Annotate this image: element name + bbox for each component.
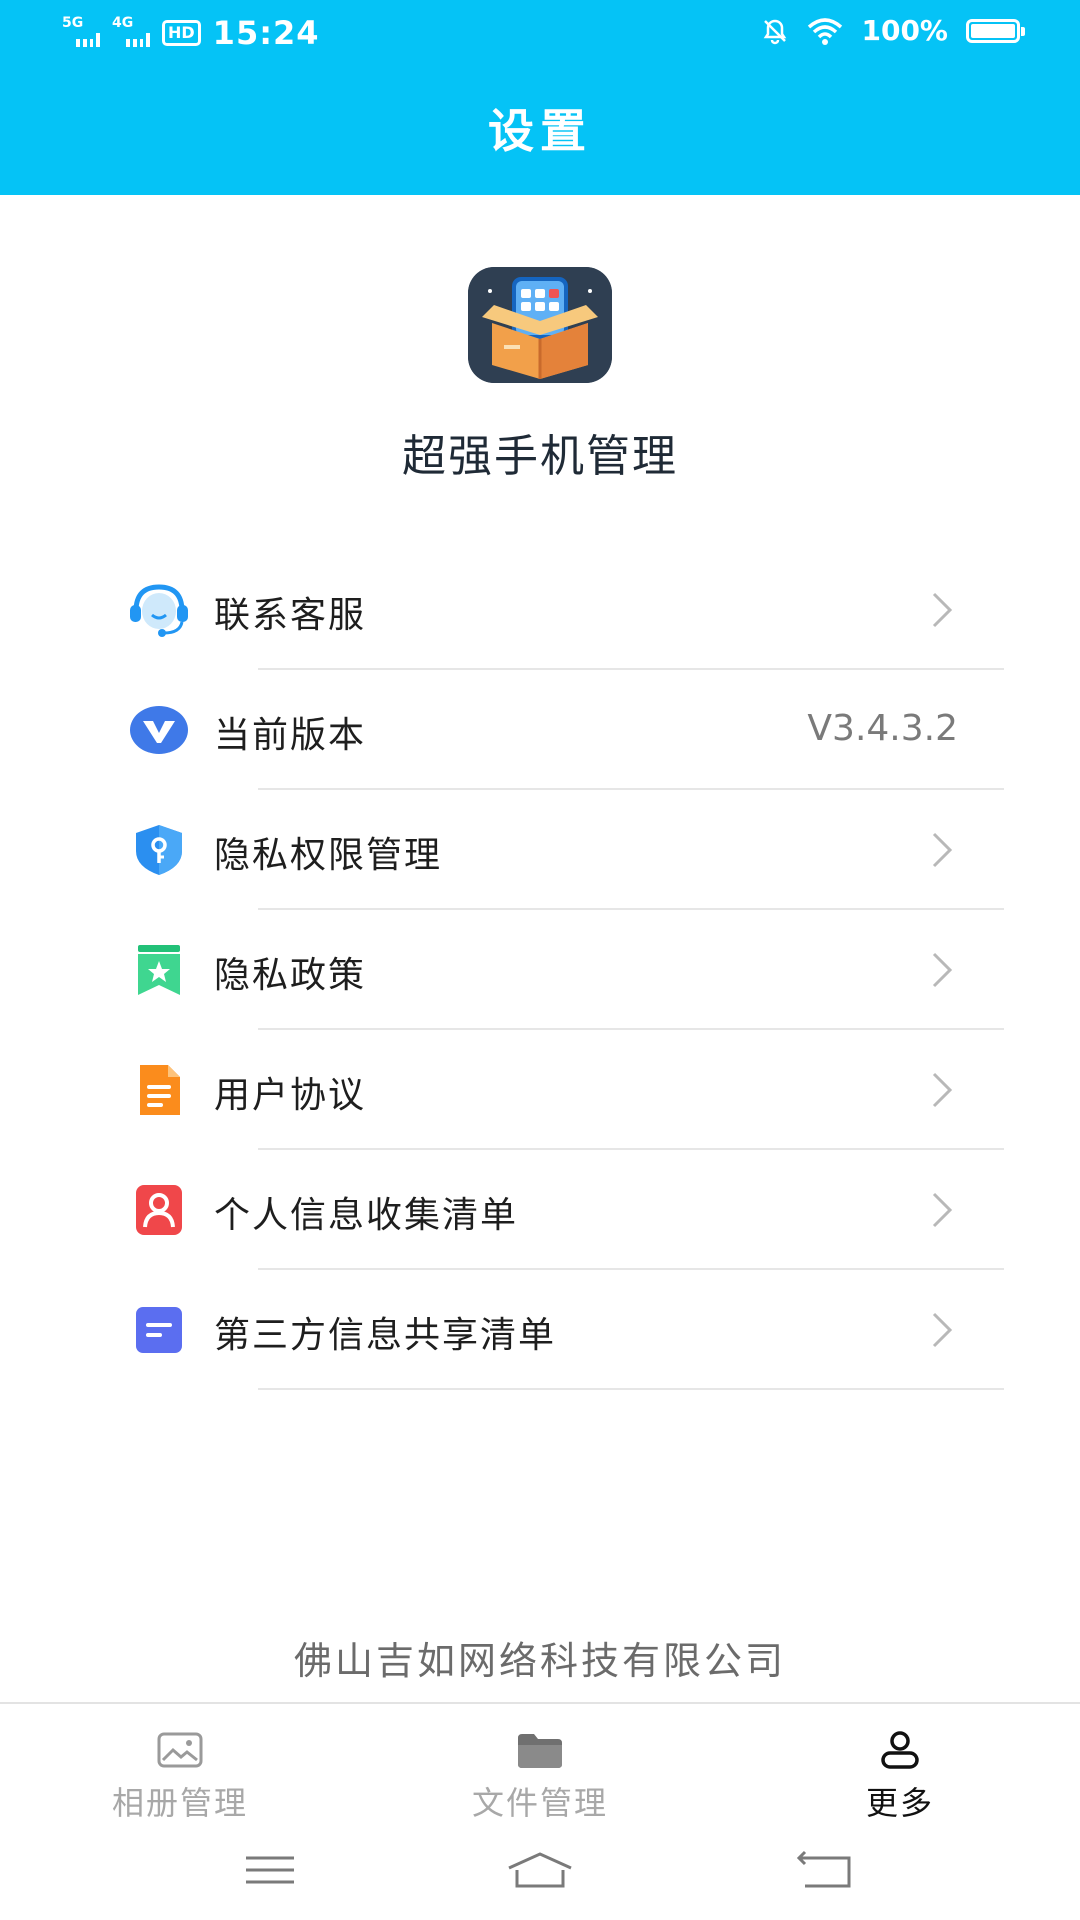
back-icon[interactable] — [795, 1848, 855, 1892]
wifi-icon — [808, 17, 843, 45]
settings-list: 联系客服 当前版本 V3.4.3.2 隐私权限管理 隐私政策 用户协议 个人信息… — [0, 550, 1080, 1390]
chevron-right-icon — [932, 1192, 953, 1228]
tab-file-management[interactable]: 文件管理 — [390, 1704, 690, 1822]
user-icon — [881, 1731, 919, 1769]
chevron-right-icon — [932, 952, 953, 988]
app-name: 超强手机管理 — [402, 431, 678, 482]
document-icon — [128, 1063, 190, 1117]
folder-icon — [518, 1734, 562, 1768]
settings-row-privacy-permissions[interactable]: 隐私权限管理 — [0, 790, 1080, 910]
tab-label: 更多 — [865, 1784, 934, 1822]
settings-row-label: 当前版本 — [214, 715, 367, 756]
battery-percent: 100% — [861, 14, 948, 47]
tab-album-management[interactable]: 相册管理 — [30, 1704, 330, 1822]
settings-row-label: 用户协议 — [214, 1075, 367, 1116]
tab-label: 文件管理 — [471, 1784, 608, 1822]
menu-icon[interactable] — [240, 1848, 300, 1892]
bookmark-star-icon — [128, 943, 190, 997]
signal-4g-icon: 4G — [112, 15, 150, 47]
status-right: 100% — [761, 14, 1025, 47]
signal-5g-icon: 5G — [62, 15, 100, 47]
battery-icon — [966, 18, 1025, 43]
settings-row-label: 个人信息收集清单 — [214, 1195, 519, 1236]
shield-key-icon — [128, 823, 190, 877]
phone-box-logo-icon — [468, 267, 612, 383]
bottom-tab-bar: 相册管理 文件管理 更多 — [0, 1702, 1080, 1822]
settings-row-label: 隐私权限管理 — [214, 835, 443, 876]
tab-more[interactable]: 更多 — [750, 1704, 1050, 1822]
settings-row-label: 第三方信息共享清单 — [214, 1315, 557, 1356]
hd-voice-icon: HD — [162, 20, 201, 46]
settings-row-current-version: 当前版本 V3.4.3.2 — [0, 670, 1080, 790]
person-card-icon — [128, 1183, 190, 1237]
settings-row-contact-support[interactable]: 联系客服 — [0, 550, 1080, 670]
chevron-right-icon — [932, 1312, 953, 1348]
chevron-right-icon — [932, 832, 953, 868]
status-left: 5G 4G HD 15:24 — [62, 14, 320, 52]
home-icon[interactable] — [505, 1848, 575, 1892]
page-title: 设置 — [488, 104, 592, 158]
company-name: 佛山吉如网络科技有限公司 — [293, 1639, 786, 1683]
header-bar: 5G 4G HD 15:24 100% 设置 — [0, 0, 1080, 195]
settings-screen: 5G 4G HD 15:24 100% 设置 超强手机管理 联系客服 当前版本 … — [0, 0, 1080, 1920]
photo-album-icon — [157, 1732, 203, 1768]
status-bar: 5G 4G HD 15:24 100% — [0, 0, 1080, 66]
settings-row-user-agreement[interactable]: 用户协议 — [0, 1030, 1080, 1150]
version-value: V3.4.3.2 — [807, 708, 958, 749]
settings-row-third-party-sharing[interactable]: 第三方信息共享清单 — [0, 1270, 1080, 1390]
system-nav-bar — [0, 1820, 1080, 1920]
row-divider — [258, 1388, 1004, 1390]
settings-row-privacy-policy[interactable]: 隐私政策 — [0, 910, 1080, 1030]
bell-off-icon — [764, 19, 787, 44]
chevron-right-icon — [932, 592, 953, 628]
tab-label: 相册管理 — [111, 1784, 248, 1822]
settings-row-label: 联系客服 — [214, 595, 367, 636]
note-icon — [128, 1303, 190, 1357]
version-v-icon — [128, 703, 190, 757]
chevron-right-icon — [932, 1072, 953, 1108]
settings-row-personal-info-list[interactable]: 个人信息收集清单 — [0, 1150, 1080, 1270]
status-time: 15:24 — [212, 14, 320, 52]
settings-row-label: 隐私政策 — [214, 955, 367, 996]
headset-icon — [128, 583, 190, 637]
